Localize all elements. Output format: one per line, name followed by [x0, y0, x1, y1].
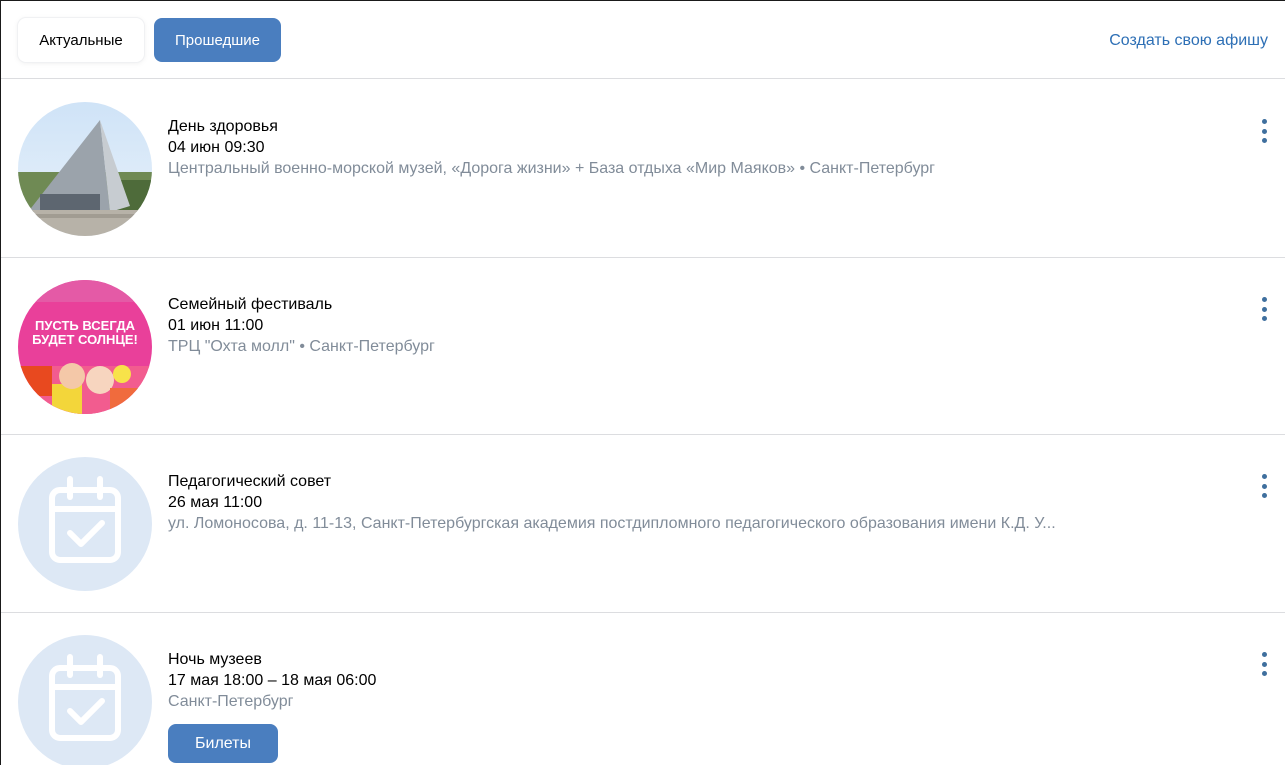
event-item-health-day[interactable]: День здоровья 04 июн 09:30 Центральный в…	[1, 80, 1285, 258]
event-place: ТРЦ "Охта молл" • Санкт-Петербург	[168, 338, 435, 355]
event-date: 17 мая 18:00 – 18 мая 06:00	[168, 672, 377, 689]
museum-building-image	[18, 102, 152, 236]
more-options-button[interactable]	[1255, 649, 1273, 679]
more-dot-icon	[1261, 652, 1267, 657]
event-poster-festival: ПУСТЬ ВСЕГДА БУДЕТ СОЛНЦЕ!	[18, 280, 152, 414]
tab-past[interactable]: Прошедшие	[154, 18, 281, 62]
poster-text-line-1: ПУСТЬ ВСЕГДА	[35, 318, 136, 333]
more-dot-icon	[1261, 138, 1267, 143]
event-placeholder-avatar	[18, 635, 152, 765]
event-placeholder-avatar	[18, 457, 152, 591]
festival-poster-image: ПУСТЬ ВСЕГДА БУДЕТ СОЛНЦЕ!	[18, 280, 152, 414]
more-dot-icon	[1261, 483, 1267, 489]
event-title[interactable]: Семейный фестиваль	[168, 294, 1226, 315]
more-dot-icon	[1261, 119, 1267, 124]
more-dot-icon	[1261, 493, 1267, 498]
event-place: Санкт-Петербург	[168, 693, 294, 710]
poster-text-line-2: БУДЕТ СОЛНЦЕ!	[32, 332, 138, 347]
tickets-button[interactable]: Билеты	[168, 724, 278, 763]
tab-actual[interactable]: Актуальные	[18, 18, 144, 62]
event-info: День здоровья 04 июн 09:30 Центральный в…	[168, 116, 1226, 180]
event-title[interactable]: Ночь музеев	[168, 649, 1226, 670]
more-dot-icon	[1261, 671, 1267, 676]
event-item-pedagogical-council[interactable]: Педагогический совет 26 мая 11:00 ул. Ло…	[1, 435, 1285, 613]
more-dot-icon	[1261, 297, 1267, 302]
more-dot-icon	[1261, 128, 1267, 134]
event-title[interactable]: День здоровья	[168, 116, 1226, 137]
calendar-check-icon	[49, 476, 121, 563]
event-info: Семейный фестиваль 01 июн 11:00 ТРЦ "Охт…	[168, 294, 1226, 358]
more-options-button[interactable]	[1255, 116, 1273, 146]
events-page: Актуальные Прошедшие Создать свою афишу	[0, 0, 1285, 765]
event-item-family-festival[interactable]: ПУСТЬ ВСЕГДА БУДЕТ СОЛНЦЕ! Семейный фест…	[1, 258, 1285, 435]
more-options-button[interactable]	[1255, 471, 1273, 501]
more-options-button[interactable]	[1255, 294, 1273, 324]
event-date: 04 июн 09:30	[168, 139, 265, 156]
event-place: Центральный военно-морской музей, «Дорог…	[168, 160, 936, 177]
calendar-check-icon	[49, 654, 121, 741]
event-item-museum-night[interactable]: Ночь музеев 17 мая 18:00 – 18 мая 06:00 …	[1, 613, 1285, 765]
create-poster-link[interactable]: Создать свою афишу	[1109, 32, 1268, 50]
event-place: ул. Ломоносова, д. 11-13, Санкт-Петербур…	[168, 515, 1056, 532]
event-info: Педагогический совет 26 мая 11:00 ул. Ло…	[168, 471, 1226, 535]
event-date: 01 июн 11:00	[168, 317, 264, 334]
more-dot-icon	[1261, 306, 1267, 312]
event-title[interactable]: Педагогический совет	[168, 471, 1226, 492]
event-photo-museum	[18, 102, 152, 236]
more-dot-icon	[1261, 316, 1267, 321]
events-toolbar: Актуальные Прошедшие Создать свою афишу	[1, 1, 1285, 79]
more-dot-icon	[1261, 474, 1267, 479]
more-dot-icon	[1261, 661, 1267, 667]
event-date: 26 мая 11:00	[168, 494, 263, 511]
event-info: Ночь музеев 17 мая 18:00 – 18 мая 06:00 …	[168, 649, 1226, 713]
